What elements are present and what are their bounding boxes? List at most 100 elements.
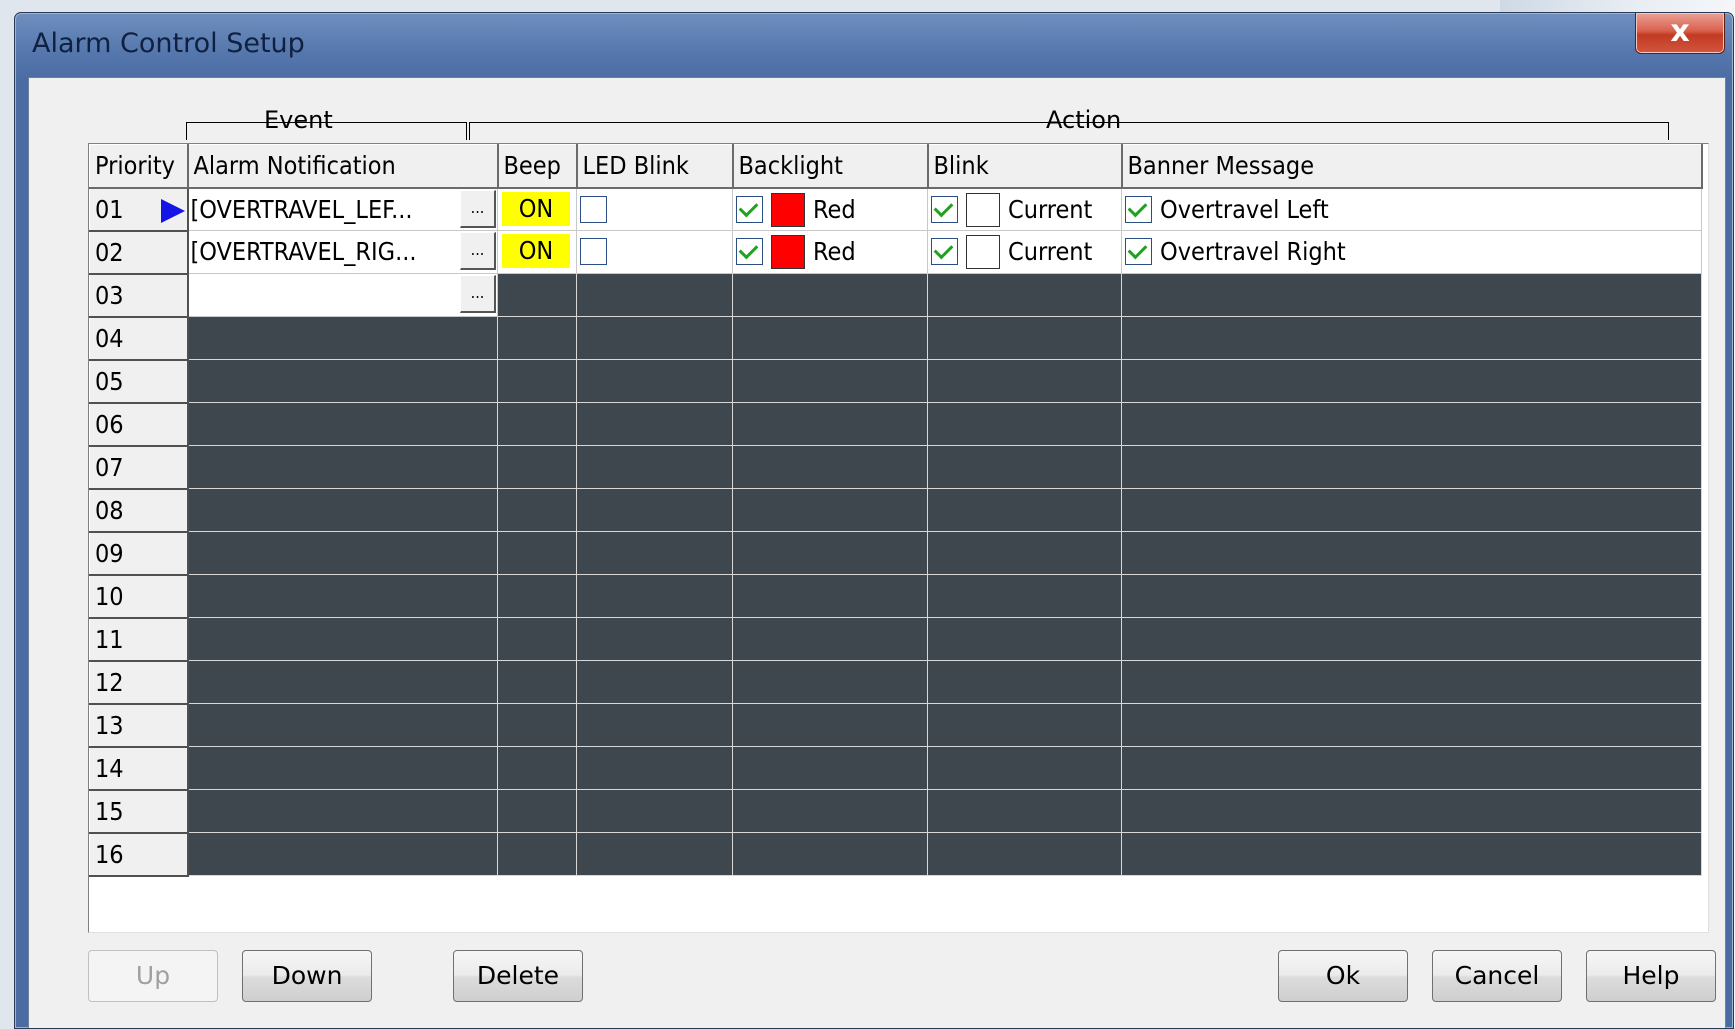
led-blink-cell[interactable] [576,832,733,876]
delete-button[interactable]: Delete [453,950,583,1002]
beep-cell[interactable] [497,488,577,532]
table-row[interactable]: 01 [OVERTRAVEL_LEF...... ON Red Current Overt… [89,187,1702,232]
blink-cell[interactable] [927,273,1122,317]
beep-cell[interactable]: ON [497,187,577,231]
banner-message-cell[interactable] [1121,703,1702,747]
backlight-cell[interactable] [732,488,928,532]
led-blink-cell[interactable] [576,230,733,274]
title-bar[interactable]: Alarm Control Setup x [15,13,1733,77]
priority-cell[interactable]: 11 [89,617,189,662]
blink-color-swatch[interactable] [966,235,1000,269]
led-blink-cell[interactable] [576,359,733,403]
alarm-notification-cell[interactable] [187,574,498,618]
led-blink-checkbox[interactable] [580,238,607,265]
table-row[interactable]: 13 [89,703,1702,748]
blink-cell[interactable] [927,445,1122,489]
beep-cell[interactable]: ON [497,230,577,274]
blink-cell[interactable] [927,316,1122,360]
banner-message-checkbox[interactable] [1125,195,1152,223]
beep-cell[interactable] [497,273,577,317]
beep-on-badge[interactable]: ON [502,191,570,226]
beep-cell[interactable] [497,746,577,790]
table-row[interactable]: 04 [89,316,1702,361]
table-row[interactable]: 02 [OVERTRAVEL_RIG...... ON Red Current Overt… [89,230,1702,275]
blink-cell[interactable] [927,574,1122,618]
table-row[interactable]: 08 [89,488,1702,533]
backlight-cell[interactable] [732,832,928,876]
priority-cell[interactable]: 12 [89,660,189,705]
up-button[interactable]: Up [88,950,218,1002]
ok-button[interactable]: Ok [1278,950,1408,1002]
backlight-cell[interactable] [732,359,928,403]
banner-message-checkbox[interactable] [1125,238,1152,265]
blink-cell[interactable]: Current [927,187,1122,231]
led-blink-cell[interactable] [576,660,733,704]
led-blink-cell[interactable] [576,488,733,532]
browse-alarm-button[interactable]: ... [460,275,496,313]
beep-cell[interactable] [497,402,577,446]
blink-cell[interactable] [927,488,1122,532]
table-row[interactable]: 05 [89,359,1702,404]
alarm-notification-cell[interactable] [187,316,498,360]
help-button[interactable]: Help [1586,950,1716,1002]
backlight-cell[interactable] [732,531,928,575]
close-button[interactable]: x [1635,13,1725,54]
beep-cell[interactable] [497,617,577,661]
alarm-notification-cell[interactable] [187,746,498,790]
backlight-cell[interactable] [732,402,928,446]
banner-message-cell[interactable] [1121,574,1702,618]
table-row[interactable]: 09 [89,531,1702,576]
blink-cell[interactable] [927,660,1122,704]
priority-cell[interactable]: 10 [89,574,189,619]
alarm-grid[interactable]: Priority Alarm Notification Beep LED Bli… [88,143,1709,933]
alarm-notification-cell[interactable] [187,617,498,661]
table-row[interactable]: 10 [89,574,1702,619]
blink-cell[interactable] [927,703,1122,747]
alarm-notification-cell[interactable] [187,789,498,833]
priority-cell[interactable]: 14 [89,746,189,791]
led-blink-cell[interactable] [576,273,733,317]
priority-cell[interactable]: 06 [89,402,189,447]
backlight-cell[interactable] [732,574,928,618]
priority-cell[interactable]: 16 [89,832,189,877]
beep-cell[interactable] [497,316,577,360]
table-row[interactable]: 16 [89,832,1702,877]
alarm-notification-cell[interactable] [187,832,498,876]
blink-cell[interactable] [927,789,1122,833]
table-row[interactable]: 07 [89,445,1702,490]
cancel-button[interactable]: Cancel [1432,950,1562,1002]
table-row[interactable]: 14 [89,746,1702,791]
backlight-cell[interactable]: Red [732,187,928,231]
banner-message-cell[interactable] [1121,617,1702,661]
led-blink-cell[interactable] [576,574,733,618]
backlight-cell[interactable] [732,746,928,790]
led-blink-cell[interactable] [576,402,733,446]
blink-checkbox[interactable] [931,238,958,265]
alarm-notification-cell[interactable] [187,660,498,704]
banner-message-cell[interactable]: Overtravel Left [1121,187,1702,231]
priority-cell[interactable]: 07 [89,445,189,490]
led-blink-checkbox[interactable] [580,195,607,223]
blink-cell[interactable] [927,617,1122,661]
table-row[interactable]: 06 [89,402,1702,447]
blink-cell[interactable] [927,832,1122,876]
led-blink-cell[interactable] [576,187,733,231]
backlight-color-swatch[interactable] [771,192,805,227]
led-blink-cell[interactable] [576,789,733,833]
blink-cell[interactable] [927,531,1122,575]
alarm-notification-cell[interactable] [187,703,498,747]
table-row[interactable]: 03... [89,273,1702,318]
table-row[interactable]: 12 [89,660,1702,705]
alarm-notification-cell[interactable]: [OVERTRAVEL_RIG...... [187,230,498,274]
priority-cell[interactable]: 13 [89,703,189,748]
banner-message-cell[interactable] [1121,402,1702,446]
priority-cell[interactable]: 03 [89,273,189,318]
backlight-cell[interactable] [732,445,928,489]
priority-cell[interactable]: 05 [89,359,189,404]
backlight-cell[interactable] [732,789,928,833]
backlight-cell[interactable]: Red [732,230,928,274]
blink-cell[interactable] [927,746,1122,790]
alarm-notification-cell[interactable] [187,359,498,403]
banner-message-cell[interactable] [1121,445,1702,489]
led-blink-cell[interactable] [576,703,733,747]
